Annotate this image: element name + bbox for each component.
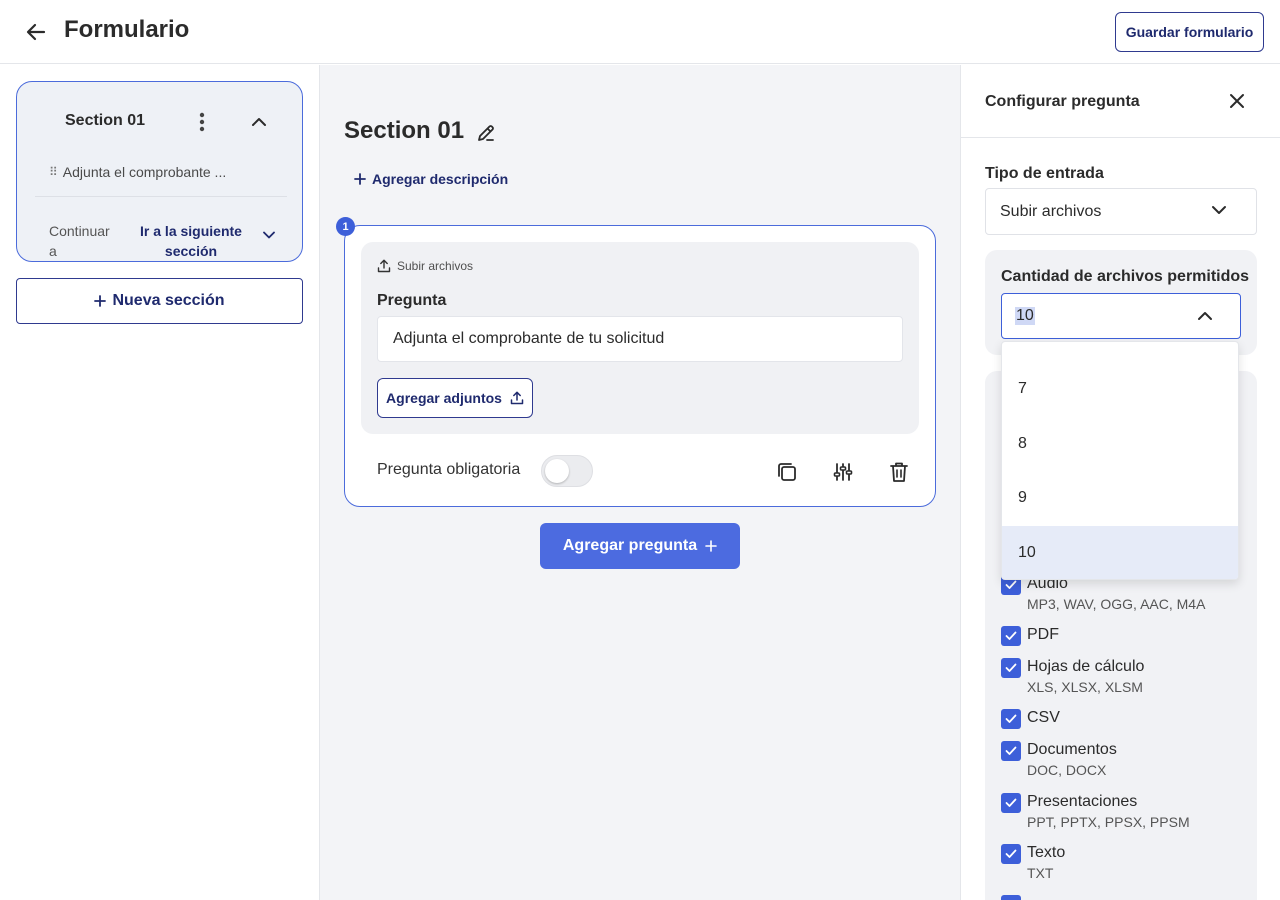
dropdown-option-selected[interactable]: 10 xyxy=(1002,526,1238,579)
upload-icon xyxy=(510,391,524,405)
save-form-button[interactable]: Guardar formulario xyxy=(1115,12,1264,52)
file-count-box: Cantidad de archivos permitidos 10 xyxy=(985,250,1257,355)
file-type-extensions: XLS, XLSX, XLSM xyxy=(1027,679,1143,695)
check-icon xyxy=(1005,849,1017,858)
question-text-input[interactable] xyxy=(377,316,903,362)
continue-label: Continuar a xyxy=(49,223,110,259)
question-type-tag: Subir archivos xyxy=(377,259,473,273)
chevron-up-icon xyxy=(252,118,266,126)
new-section-button[interactable]: Nueva sección xyxy=(16,278,303,324)
new-section-label: Nueva sección xyxy=(112,292,225,309)
check-icon xyxy=(1005,631,1017,640)
file-count-label: Cantidad de archivos permitidos xyxy=(1001,268,1250,285)
plus-icon xyxy=(94,295,107,307)
divider xyxy=(35,196,287,197)
delete-question-button[interactable] xyxy=(885,458,913,486)
panel-header: Configurar pregunta xyxy=(961,65,1280,138)
question-type-label: Subir archivos xyxy=(397,259,474,273)
close-panel-button[interactable] xyxy=(1225,89,1249,113)
required-toggle[interactable] xyxy=(541,455,593,487)
file-count-select[interactable]: 10 xyxy=(1001,293,1241,339)
check-icon xyxy=(1005,714,1017,723)
toggle-knob xyxy=(545,459,569,483)
file-type-checkbox[interactable] xyxy=(1001,741,1021,761)
section-card-title: Section 01 xyxy=(65,112,146,129)
file-type-checkbox[interactable] xyxy=(1001,658,1021,678)
entry-type-value: Subir archivos xyxy=(1000,203,1102,220)
file-type-name: CSV xyxy=(1027,709,1060,726)
file-type-name: Presentaciones xyxy=(1027,793,1138,810)
sidebar-question-item[interactable]: ⠿ Adjunta el comprobante ... xyxy=(49,164,289,180)
file-type-checkbox[interactable] xyxy=(1001,793,1021,813)
sidebar-question-label: Adjunta el comprobante ... xyxy=(62,164,227,180)
chevron-down-icon xyxy=(263,231,275,239)
add-description-label: Agregar descripción xyxy=(372,171,509,187)
add-question-button[interactable]: Agregar pregunta xyxy=(540,523,740,569)
add-question-label: Agregar pregunta xyxy=(562,537,698,554)
add-attachments-button[interactable]: Agregar adjuntos xyxy=(377,378,533,418)
section-card[interactable]: Section 01 ⠿ Adjunta el comprobante ... … xyxy=(16,81,303,262)
duplicate-question-button[interactable] xyxy=(773,458,801,486)
collapse-section-button[interactable] xyxy=(247,110,271,134)
plus-icon xyxy=(354,173,366,185)
check-icon xyxy=(1005,663,1017,672)
file-type-checkbox[interactable] xyxy=(1001,709,1021,729)
check-icon xyxy=(1005,798,1017,807)
copy-icon xyxy=(778,463,796,481)
file-type-name: PDF xyxy=(1027,626,1059,643)
check-icon xyxy=(1005,580,1017,589)
required-label: Pregunta obligatoria xyxy=(377,461,521,478)
panel-title: Configurar pregunta xyxy=(985,93,1140,110)
question-settings-button[interactable] xyxy=(829,458,857,486)
file-type-extensions: DOC, DOCX xyxy=(1027,762,1107,778)
upload-icon xyxy=(377,259,391,273)
check-icon xyxy=(1005,746,1017,755)
file-count-dropdown: 7 8 9 10 xyxy=(1001,341,1239,580)
file-type-extensions: MP3, WAV, OGG, AAC, M4A xyxy=(1027,596,1206,612)
add-attachments-label: Agregar adjuntos xyxy=(386,390,502,406)
file-count-value: 10 xyxy=(1015,307,1035,325)
edit-section-title-button[interactable] xyxy=(474,121,498,145)
section-heading: Section 01 xyxy=(344,117,465,144)
pencil-icon xyxy=(478,125,494,141)
file-type-extensions: PPT, PPTX, PPSX, PPSM xyxy=(1027,814,1190,830)
add-description-button[interactable]: Agregar descripción xyxy=(354,171,508,187)
file-type-extensions: TXT xyxy=(1027,865,1054,881)
next-section-value: Ir a la siguiente sección xyxy=(140,223,242,259)
sliders-icon xyxy=(833,463,853,481)
file-type-checkbox[interactable] xyxy=(1001,895,1021,900)
question-body: Subir archivos Pregunta Agregar adjuntos xyxy=(361,242,919,434)
next-section-select[interactable]: Ir a la siguiente sección xyxy=(127,221,287,261)
file-type-name: Documentos xyxy=(1027,741,1117,758)
sections-sidebar: Section 01 ⠿ Adjunta el comprobante ... … xyxy=(0,65,320,900)
file-type-checkbox[interactable] xyxy=(1001,844,1021,864)
page-title: Formulario xyxy=(64,16,190,43)
section-menu-button[interactable] xyxy=(193,110,211,134)
dropdown-option[interactable]: 7 xyxy=(1002,362,1238,416)
entry-type-label: Tipo de entrada xyxy=(985,165,1104,182)
arrow-left-icon xyxy=(26,23,46,41)
trash-icon xyxy=(890,462,908,482)
dropdown-option[interactable]: 8 xyxy=(1002,417,1238,471)
question-card[interactable]: 1 Subir archivos Pregunta Agregar adjunt… xyxy=(336,217,936,507)
plus-icon xyxy=(705,540,717,552)
back-button[interactable] xyxy=(22,20,50,44)
entry-type-select[interactable]: Subir archivos xyxy=(985,188,1257,235)
chevron-up-icon xyxy=(1198,312,1212,320)
more-vertical-icon xyxy=(199,112,205,132)
top-header: Formulario Guardar formulario xyxy=(0,0,1280,64)
file-type-checkbox[interactable] xyxy=(1001,626,1021,646)
drag-handle-icon[interactable]: ⠿ xyxy=(49,165,58,179)
close-icon xyxy=(1230,94,1244,108)
dropdown-option[interactable]: 9 xyxy=(1002,471,1238,525)
form-editor: Section 01 Agregar descripción 1 Subir a… xyxy=(320,65,960,900)
question-number-badge: 1 xyxy=(336,217,355,236)
question-field-label: Pregunta xyxy=(377,292,447,309)
chevron-down-icon xyxy=(1212,206,1226,214)
file-type-name: Hojas de cálculo xyxy=(1027,658,1145,675)
file-type-name: Texto xyxy=(1027,844,1066,861)
